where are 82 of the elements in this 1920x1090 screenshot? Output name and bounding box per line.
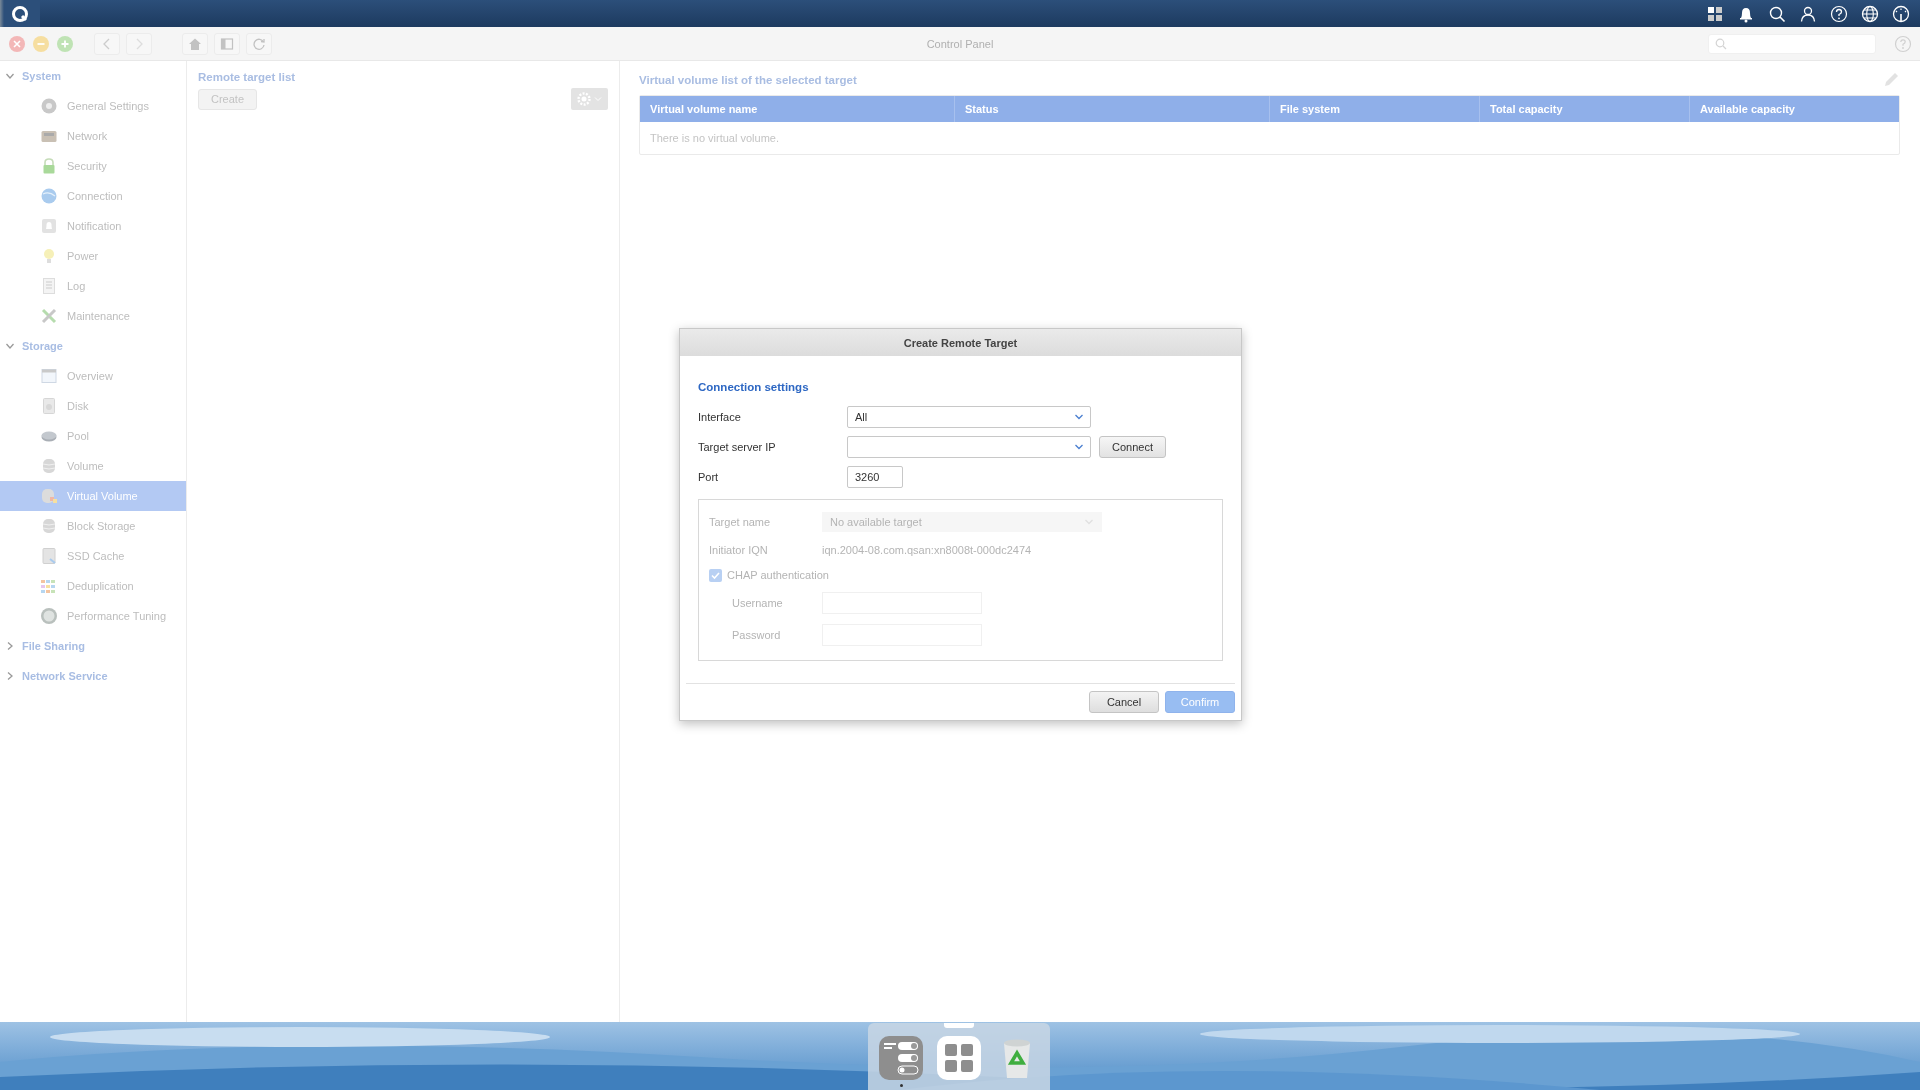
chevron-icon — [1074, 442, 1084, 452]
dropdown[interactable]: All — [847, 406, 1091, 428]
field-label: Interface — [698, 411, 742, 423]
globe-icon[interactable] — [1861, 4, 1879, 23]
field-label: Password — [732, 629, 782, 641]
database-icon — [40, 517, 58, 535]
globe-icon — [40, 187, 58, 205]
column-header[interactable]: File system — [1270, 96, 1480, 122]
home-icon — [188, 36, 202, 51]
sidebar-icon — [220, 36, 234, 51]
column-header[interactable]: Virtual volume name — [640, 96, 955, 122]
grid-icon — [40, 577, 58, 595]
sidebar-item[interactable]: Block Storage — [0, 511, 186, 541]
app-center-icon — [936, 1035, 982, 1081]
cancel-button[interactable]: Cancel — [1089, 691, 1159, 713]
panel-title: Virtual volume list of the selected target — [639, 74, 857, 86]
home-button[interactable] — [182, 32, 208, 55]
sidebar-item[interactable]: General Settings — [0, 91, 186, 121]
chevron-down-icon[interactable] — [6, 342, 14, 350]
section-title: Connection settings — [698, 381, 810, 393]
column-header[interactable]: Total capacity — [1480, 96, 1690, 122]
field-label: Target name — [709, 516, 772, 528]
database-icon — [40, 487, 58, 505]
checkbox-label: CHAP authentication — [727, 569, 829, 581]
sidebar-item[interactable]: Power — [0, 241, 186, 271]
search-icon — [1715, 37, 1727, 50]
chevron-icon — [1074, 412, 1084, 422]
sidebar-item[interactable]: SSD Cache — [0, 541, 186, 571]
chevron-down-icon[interactable] — [6, 72, 14, 80]
sidebar-item[interactable]: Connection — [0, 181, 186, 211]
window-icon — [40, 367, 58, 385]
panel-title: Remote target list — [198, 71, 297, 83]
sidebar-button[interactable] — [214, 32, 240, 55]
sidebar-item[interactable]: Network — [0, 121, 186, 151]
search-icon[interactable] — [1768, 4, 1786, 23]
apps-icon[interactable] — [1706, 4, 1724, 23]
minimize-icon[interactable] — [32, 34, 50, 53]
pencil-icon[interactable] — [1882, 71, 1900, 89]
user-icon[interactable] — [1799, 4, 1817, 23]
settings-button[interactable] — [571, 88, 608, 110]
sidebar-item[interactable]: Notification — [0, 211, 186, 241]
refresh-icon — [252, 36, 266, 51]
refresh-button[interactable] — [246, 32, 272, 55]
search-field[interactable] — [1708, 33, 1876, 54]
sidebar-item[interactable]: Pool — [0, 421, 186, 451]
forward-button[interactable] — [126, 32, 152, 55]
sidebar-item[interactable]: Overview — [0, 361, 186, 391]
maximize-icon[interactable] — [56, 34, 74, 53]
sidebar-item[interactable]: Maintenance — [0, 301, 186, 331]
column-header[interactable]: Available capacity — [1690, 96, 1899, 122]
input-field[interactable]: 3260 — [847, 466, 903, 488]
sidebar-group[interactable]: Storage — [22, 340, 63, 352]
database-icon — [40, 457, 58, 475]
sidebar-item[interactable]: Deduplication — [0, 571, 186, 601]
logo-icon[interactable] — [12, 5, 28, 22]
field-label: Port — [698, 471, 720, 483]
document-icon — [40, 277, 58, 295]
chevron-right-icon[interactable] — [6, 672, 14, 680]
dropdown[interactable] — [847, 436, 1091, 458]
close-icon[interactable] — [8, 34, 26, 53]
chevron-right-icon[interactable] — [6, 642, 14, 650]
sidebar-group[interactable]: System — [22, 70, 62, 82]
back-button[interactable] — [94, 32, 120, 55]
field-label: Initiator IQN — [709, 544, 769, 556]
field-label: Username — [732, 597, 784, 609]
sidebar-item[interactable]: Log — [0, 271, 186, 301]
dialog-title: Create Remote Target — [903, 336, 1018, 349]
confirm-button[interactable]: Confirm — [1165, 691, 1235, 713]
column-header[interactable]: Status — [955, 96, 1270, 122]
sidebar-group[interactable]: File Sharing — [22, 640, 85, 652]
sidebar-item[interactable]: Volume — [0, 451, 186, 481]
sidebar-item[interactable]: Disk — [0, 391, 186, 421]
field-label: Target server IP — [698, 441, 777, 453]
sidebar-item[interactable]: Performance Tuning — [0, 601, 186, 631]
connect-button[interactable]: Connect — [1099, 436, 1166, 458]
sidebar-item[interactable]: Virtual Volume — [0, 481, 186, 511]
sidebar-item[interactable]: Security — [0, 151, 186, 181]
dock-handle[interactable] — [944, 1023, 974, 1028]
drive-icon — [40, 547, 58, 565]
control-panel-icon — [878, 1035, 924, 1081]
window-title: Control Panel — [926, 37, 994, 50]
sidebar-group[interactable]: Network Service — [22, 670, 108, 682]
